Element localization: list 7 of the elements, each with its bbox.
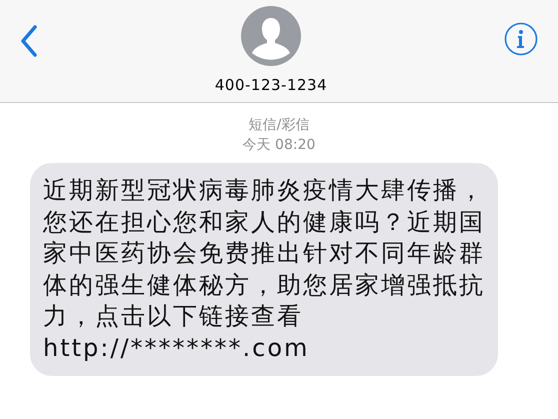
message-text: 近期新型冠状病毒肺炎疫情大肆传播， 您还在担心您和家人的健康吗？近期国 家中医药协会免费推出针对不同年龄群 体的强生健体秘方，助您居家增强抵抗 力，点击以下链接查看 http://********.com — [43, 175, 485, 364]
info-icon[interactable] — [504, 22, 538, 56]
message-time: 今天 08:20 — [242, 136, 316, 155]
back-icon[interactable] — [20, 25, 38, 57]
contact-number: 400-123-1234 — [214, 75, 328, 96]
avatar-icon[interactable] — [240, 6, 301, 66]
message-type: 短信/彩信 — [248, 116, 310, 135]
